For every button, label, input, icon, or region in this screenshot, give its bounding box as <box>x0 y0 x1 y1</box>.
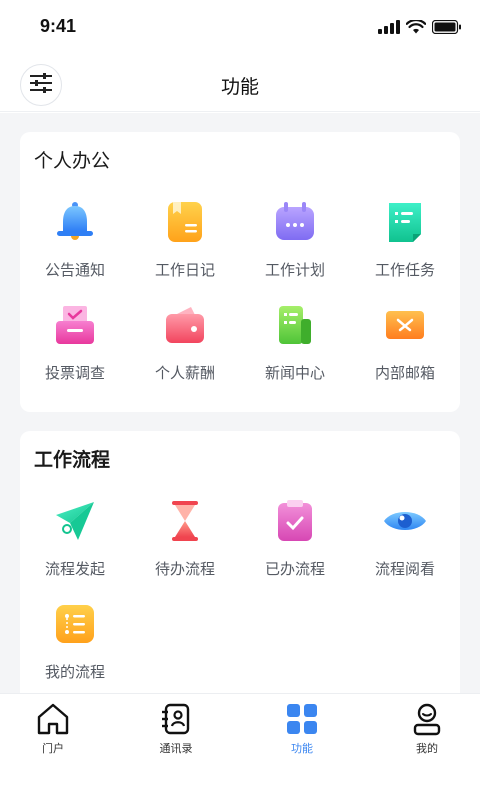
section-workflow: 工作流程 流程发起 待办流程 已办流程 流程阅看 我的流程 <box>20 431 460 693</box>
item-flow-view[interactable]: 流程阅看 <box>350 499 460 602</box>
item-label: 流程发起 <box>44 560 105 578</box>
item-label: 新闻中心 <box>264 364 325 382</box>
nav-bar: 功能 <box>0 56 480 112</box>
tab-portal[interactable]: 门户 <box>13 702 93 756</box>
bell-icon <box>53 200 97 244</box>
battery-icon <box>431 19 462 38</box>
contacts-icon <box>159 702 193 736</box>
calendar-icon <box>273 200 317 244</box>
item-announcement[interactable]: 公告通知 <box>20 200 130 303</box>
signal-icon <box>378 19 400 38</box>
item-label: 工作计划 <box>264 261 325 279</box>
news-icon <box>273 303 317 347</box>
tab-label: 通讯录 <box>159 742 193 755</box>
item-work-task[interactable]: 工作任务 <box>350 200 460 303</box>
workflow-grid: 流程发起 待办流程 已办流程 流程阅看 我的流程 <box>20 499 460 693</box>
tab-mine[interactable]: 我的 <box>387 702 467 756</box>
main-content[interactable]: 个人办公 公告通知 工作日记 工作计划 工作任务 投票调查 个人薪酬 新闻中心 … <box>0 113 480 693</box>
diary-icon <box>163 200 207 244</box>
item-label: 流程阅看 <box>374 560 435 578</box>
tab-functions[interactable]: 功能 <box>262 702 342 756</box>
wallet-icon <box>163 303 207 347</box>
item-label: 已办流程 <box>264 560 325 578</box>
item-flow-start[interactable]: 流程发起 <box>20 499 130 602</box>
item-work-plan[interactable]: 工作计划 <box>240 200 350 303</box>
tab-label: 我的 <box>416 742 438 755</box>
item-label: 投票调查 <box>44 364 105 382</box>
item-vote-survey[interactable]: 投票调查 <box>20 303 130 406</box>
wifi-icon <box>405 18 427 38</box>
tab-bar: 门户 通讯录 功能 我的 <box>0 693 480 800</box>
item-work-diary[interactable]: 工作日记 <box>130 200 240 303</box>
item-label: 我的流程 <box>44 663 105 681</box>
page-title: 功能 <box>220 76 259 98</box>
eye-icon <box>383 499 427 543</box>
section-personal-office: 个人办公 公告通知 工作日记 工作计划 工作任务 投票调查 个人薪酬 新闻中心 … <box>20 132 460 412</box>
user-icon <box>410 702 444 736</box>
mail-icon <box>383 303 427 347</box>
personal-grid: 公告通知 工作日记 工作计划 工作任务 投票调查 个人薪酬 新闻中心 内部邮箱 <box>20 200 460 406</box>
item-internal-mail[interactable]: 内部邮箱 <box>350 303 460 406</box>
item-my-flow[interactable]: 我的流程 <box>20 602 130 693</box>
status-icons <box>378 18 462 38</box>
item-label: 公告通知 <box>44 261 105 279</box>
tab-label: 门户 <box>42 742 64 755</box>
status-time: 9:41 <box>40 16 77 36</box>
paper-plane-icon <box>53 499 97 543</box>
item-label: 内部邮箱 <box>374 364 435 382</box>
section-title: 工作流程 <box>34 449 111 471</box>
item-personal-salary[interactable]: 个人薪酬 <box>130 303 240 406</box>
status-bar: 9:41 <box>0 0 480 56</box>
item-label: 工作任务 <box>374 261 435 279</box>
section-title: 个人办公 <box>34 150 111 172</box>
item-label: 个人薪酬 <box>154 364 215 382</box>
item-flow-done[interactable]: 已办流程 <box>240 499 350 602</box>
flow-list-icon <box>53 602 97 646</box>
tab-label: 功能 <box>291 742 313 755</box>
item-label: 工作日记 <box>154 261 215 279</box>
clipboard-check-icon <box>273 499 317 543</box>
grid-icon <box>285 702 319 736</box>
item-news-center[interactable]: 新闻中心 <box>240 303 350 406</box>
item-flow-todo[interactable]: 待办流程 <box>130 499 240 602</box>
home-icon <box>36 702 70 736</box>
tab-contacts[interactable]: 通讯录 <box>136 702 216 756</box>
hourglass-icon <box>163 499 207 543</box>
task-icon <box>383 200 427 244</box>
item-label: 待办流程 <box>154 560 215 578</box>
vote-icon <box>53 303 97 347</box>
